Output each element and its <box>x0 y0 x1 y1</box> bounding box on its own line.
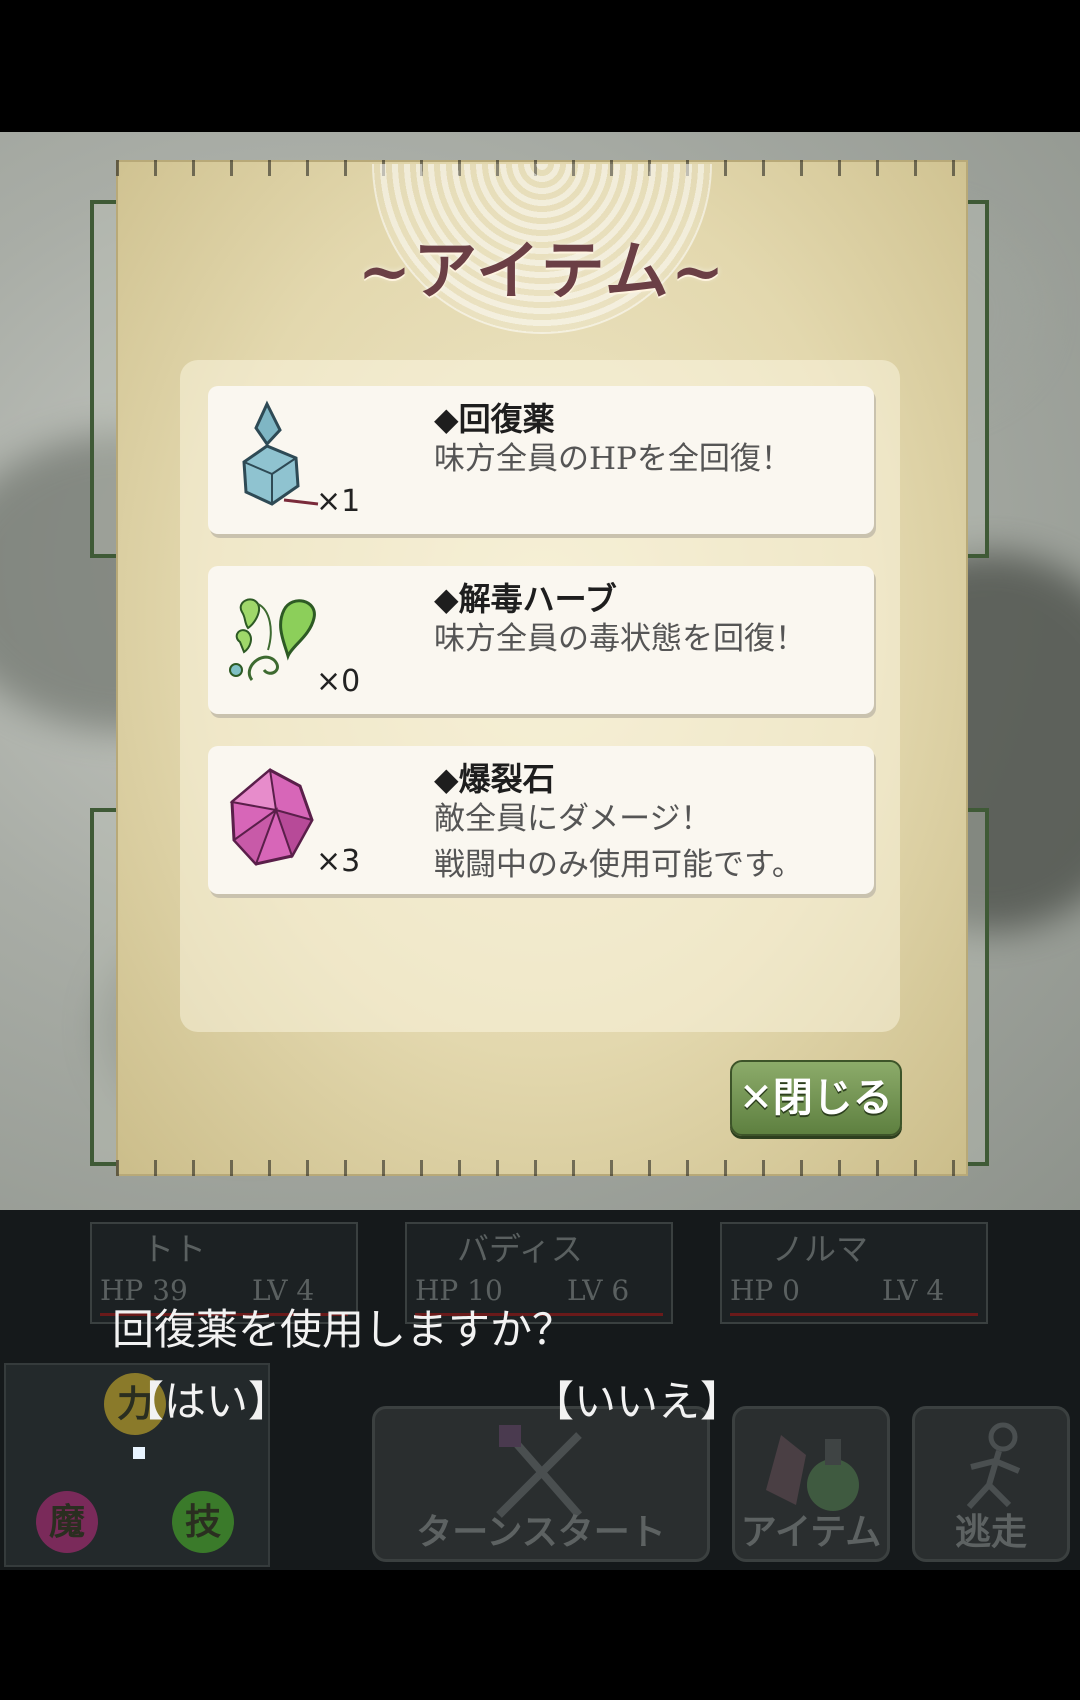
item-command-label: アイテム <box>740 1512 882 1553</box>
turn-start-button[interactable]: ターンスタート <box>372 1406 710 1562</box>
no-option[interactable]: 【いいえ】 <box>532 1368 742 1429</box>
member-name: トト <box>142 1230 207 1268</box>
skill-orb: 技 <box>172 1491 234 1553</box>
selection-cursor <box>133 1447 145 1459</box>
yes-option[interactable]: 【はい】 <box>122 1368 290 1429</box>
close-button[interactable]: ✕閉じる <box>730 1060 902 1136</box>
item-name: ◆回復薬 <box>434 400 555 438</box>
item-description: 敵全員にダメージ！ 戦闘中のみ使用可能です。 <box>434 801 803 883</box>
member-hp: HP 0 <box>730 1274 800 1307</box>
item-description: 味方全員のHPを全回復！ <box>434 441 792 477</box>
member-name: ノルマ <box>772 1230 869 1268</box>
item-command-button[interactable]: アイテム <box>732 1406 890 1562</box>
escape-label: 逃走 <box>954 1512 1027 1553</box>
magic-orb: 魔 <box>36 1491 98 1553</box>
turn-start-label: ターンスタート <box>416 1512 666 1553</box>
member-level: LV 6 <box>567 1274 630 1307</box>
item-card-recovery-potion[interactable]: ×1 ◆回復薬 味方全員のHPを全回復！ <box>208 386 874 534</box>
item-name: ◆爆裂石 <box>434 760 555 798</box>
item-description: 味方全員の毒状態を回復！ <box>434 621 806 657</box>
item-list: ×1 ◆回復薬 味方全員のHPを全回復！ ×0 ◆解毒ハーブ 味方全員の毒状態を… <box>180 360 900 1032</box>
burst-crystal-icon <box>222 760 322 872</box>
item-quantity: ×3 <box>316 844 361 879</box>
item-quantity: ×0 <box>316 664 361 699</box>
item-dialog: ~アイテム~ ×1 ◆回復薬 味方全員のHPを全回復！ ×0 ◆解毒ハーブ 味方… <box>116 160 968 1176</box>
member-name: バディス <box>457 1230 583 1268</box>
item-card-antidote-herb[interactable]: ×0 ◆解毒ハーブ 味方全員の毒状態を回復！ <box>208 566 874 714</box>
torn-edge-bottom <box>116 1160 968 1176</box>
escape-button[interactable]: 逃走 <box>912 1406 1070 1562</box>
hp-bar <box>730 1313 978 1316</box>
member-level: LV 4 <box>882 1274 945 1307</box>
dialog-title: ~アイテム~ <box>357 234 727 309</box>
item-card-burst-stone[interactable]: ×3 ◆爆裂石 敵全員にダメージ！ 戦闘中のみ使用可能です。 <box>208 746 874 894</box>
party-status-noruma: ノルマ HP 0 LV 4 <box>720 1222 988 1324</box>
item-name: ◆解毒ハーブ <box>434 580 617 618</box>
confirm-question: 回復薬を使用しますか？ <box>112 1305 575 1354</box>
potion-bottle-icon <box>222 400 322 512</box>
item-quantity: ×1 <box>316 484 361 519</box>
herb-leaf-icon <box>222 580 322 692</box>
